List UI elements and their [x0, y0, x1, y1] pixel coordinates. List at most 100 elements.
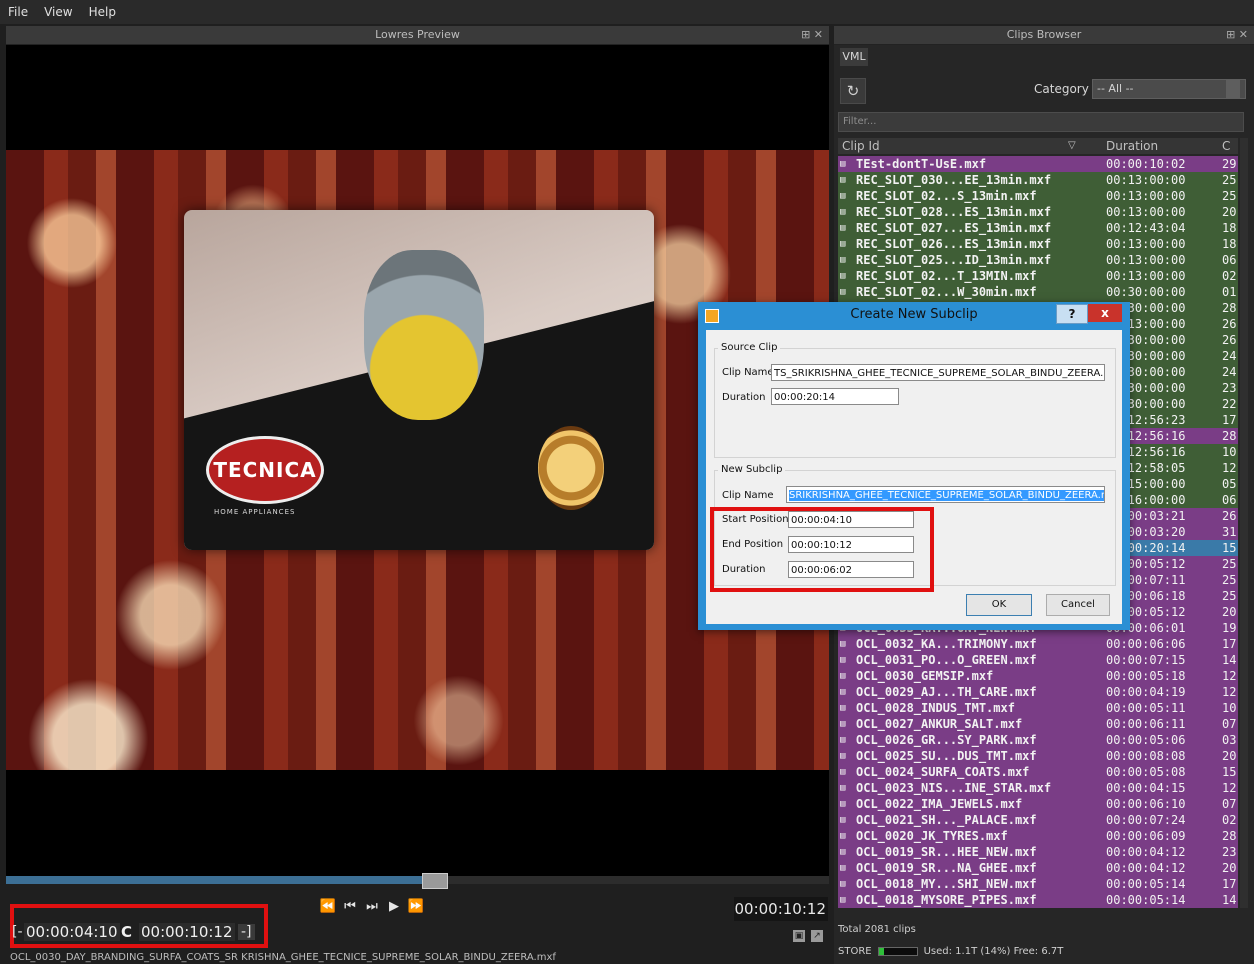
- lock-icon: ▤: [840, 719, 846, 729]
- clip-id-cell: REC_SLOT_028...ES_13min.mxf: [856, 205, 1052, 219]
- start-position-field[interactable]: 00:00:04:10: [788, 511, 914, 528]
- mark-out-button[interactable]: -]: [238, 924, 255, 940]
- table-row[interactable]: ▤ OCL_0023_NIS...INE_STAR.mxf 00:00:04:15 1…: [838, 780, 1238, 796]
- table-row[interactable]: ▤ OCL_0019_SR...NA_GHEE.mxf 00:00:04:12 20: [838, 860, 1238, 876]
- table-row[interactable]: ▤ REC_SLOT_027...ES_13min.mxf 00:12:43:04 1…: [838, 220, 1238, 236]
- clip-id-cell: OCL_0026_GR...SY_PARK.mxf: [856, 733, 1037, 747]
- table-row[interactable]: ▤ REC_SLOT_02...W_30min.mxf 00:30:00:00 01: [838, 284, 1238, 300]
- menu-file[interactable]: File: [0, 5, 36, 19]
- lock-icon: ▤: [840, 783, 846, 793]
- table-row[interactable]: ▤ OCL_0028_INDUS_TMT.mxf 00:00:05:11 10: [838, 700, 1238, 716]
- clip-id-cell: OCL_0024_SURFA_COATS.mxf: [856, 765, 1030, 779]
- clip-id-cell: TEst-dontT-UsE.mxf: [856, 157, 987, 171]
- product-card-image: TECNICA HOME APPLIANCES: [184, 210, 654, 550]
- mark-in-button[interactable]: [-: [12, 924, 23, 940]
- table-row[interactable]: ▤ OCL_0019_SR...HEE_NEW.mxf 00:00:04:12 23: [838, 844, 1238, 860]
- table-row[interactable]: ▤ OCL_0031_PO...O_GREEN.mxf 00:00:07:15 14: [838, 652, 1238, 668]
- preview-filename: OCL_0030_DAY_BRANDING_SURFA_COATS_SR KRI…: [10, 952, 556, 963]
- clip-id-cell: OCL_0021_SH..._PALACE.mxf: [856, 813, 1037, 827]
- column-duration[interactable]: Duration: [1106, 138, 1158, 154]
- clip-id-cell: OCL_0027_ANKUR_SALT.mxf: [856, 717, 1023, 731]
- fast-forward-icon[interactable]: ⏩: [406, 897, 426, 917]
- gold-seal-image: [538, 426, 604, 510]
- previous-frame-icon[interactable]: ⏮: [340, 897, 360, 917]
- table-row[interactable]: ▤ REC_SLOT_030...EE_13min.mxf 00:13:00:00 2…: [838, 172, 1238, 188]
- dialog-body: Source Clip Clip Name TS_SRIKRISHNA_GHEE…: [706, 330, 1122, 624]
- clip-duration-cell: 00:13:00:00: [1106, 269, 1186, 283]
- table-row[interactable]: ▤ REC_SLOT_028...ES_13min.mxf 00:13:00:00 2…: [838, 204, 1238, 220]
- table-row[interactable]: ▤ REC_SLOT_02...T_13MIN.mxf 00:13:00:00 02: [838, 268, 1238, 284]
- clip-id-cell: OCL_0023_NIS...INE_STAR.mxf: [856, 781, 1052, 795]
- new-clip-name-field[interactable]: SRIKRISHNA_GHEE_TECNICE_SUPREME_SOLAR_BI…: [786, 486, 1105, 503]
- scrub-progress-fill: [6, 876, 434, 884]
- filter-input[interactable]: Filter...: [838, 112, 1244, 132]
- filter-funnel-icon[interactable]: ▽: [1068, 138, 1076, 154]
- ok-button[interactable]: OK: [966, 594, 1032, 616]
- column-c[interactable]: C: [1222, 138, 1230, 154]
- clip-c-cell: 17: [1222, 637, 1237, 651]
- clip-id-cell: OCL_0029_AJ...TH_CARE.mxf: [856, 685, 1037, 699]
- table-row[interactable]: ▤ OCL_0021_SH..._PALACE.mxf 00:00:07:24 02: [838, 812, 1238, 828]
- storage-usage-bar: [877, 947, 918, 956]
- save-icon[interactable]: ▣: [793, 930, 805, 942]
- clip-c-cell: 29: [1222, 157, 1237, 171]
- table-row[interactable]: ▤ REC_SLOT_026...ES_13min.mxf 00:13:00:00 1…: [838, 236, 1238, 252]
- end-position-field[interactable]: 00:00:10:12: [788, 536, 914, 553]
- lock-icon: ▤: [840, 767, 846, 777]
- table-row[interactable]: ▤ OCL_0022_IMA_JEWELS.mxf 00:00:06:10 07: [838, 796, 1238, 812]
- table-row[interactable]: ▤ REC_SLOT_025...ID_13min.mxf 00:13:00:00 0…: [838, 252, 1238, 268]
- table-row[interactable]: ▤ OCL_0032_KA...TRIMONY.mxf 00:00:06:06 17: [838, 636, 1238, 652]
- lock-icon: ▤: [840, 671, 846, 681]
- next-frame-icon[interactable]: ⏭: [362, 897, 382, 917]
- table-row[interactable]: ▤ OCL_0024_SURFA_COATS.mxf 00:00:05:08 15: [838, 764, 1238, 780]
- refresh-icon[interactable]: ↻: [840, 78, 866, 104]
- panel-float-close-icon[interactable]: ⊞ ✕: [801, 26, 823, 44]
- table-row[interactable]: ▤ OCL_0029_AJ...TH_CARE.mxf 00:00:04:19 12: [838, 684, 1238, 700]
- menu-view[interactable]: View: [36, 5, 80, 19]
- table-row[interactable]: ▤ OCL_0018_MY...SHI_NEW.mxf 00:00:05:14 17: [838, 876, 1238, 892]
- table-row[interactable]: ▤ OCL_0018_MYSORE_PIPES.mxf 00:00:05:14 14: [838, 892, 1238, 908]
- timeline-scrub-bar[interactable]: [6, 873, 829, 889]
- clip-c-cell: 26: [1222, 509, 1237, 523]
- table-row[interactable]: ▤ OCL_0020_JK_TYRES.mxf 00:00:06:09 28: [838, 828, 1238, 844]
- clips-scrollbar[interactable]: [1240, 138, 1248, 908]
- dialog-help-button[interactable]: ?: [1056, 304, 1088, 324]
- category-dropdown-icon[interactable]: [1226, 80, 1240, 98]
- browser-float-close-icon[interactable]: ⊞ ✕: [1226, 26, 1248, 44]
- cancel-button[interactable]: Cancel: [1046, 594, 1110, 616]
- clip-duration-cell: 00:00:05:18: [1106, 669, 1186, 683]
- table-row[interactable]: ▤ OCL_0030_GEMSIP.mxf 00:00:05:18 12: [838, 668, 1238, 684]
- clip-id-cell: REC_SLOT_02...T_13MIN.mxf: [856, 269, 1037, 283]
- clip-duration-cell: 00:13:00:00: [1106, 237, 1186, 251]
- export-icon[interactable]: ↗: [811, 930, 823, 942]
- clip-c-cell: 12: [1222, 781, 1237, 795]
- storage-status: STORE Used: 1.1T (14%) Free: 6.7T: [838, 946, 1063, 957]
- source-duration-field[interactable]: 00:00:20:14: [771, 388, 899, 405]
- column-clip-id[interactable]: Clip Id: [842, 138, 880, 154]
- category-select[interactable]: -- All --: [1092, 79, 1246, 99]
- subclip-duration-field[interactable]: 00:00:06:02: [788, 561, 914, 578]
- clip-id-cell: REC_SLOT_026...ES_13min.mxf: [856, 237, 1052, 251]
- clip-duration-cell: 00:00:04:19: [1106, 685, 1186, 699]
- scrub-handle[interactable]: [421, 873, 448, 889]
- table-row[interactable]: ▤ REC_SLOT_02...S_13min.mxf 00:13:00:00 25: [838, 188, 1238, 204]
- table-row[interactable]: ▤ OCL_0027_ANKUR_SALT.mxf 00:00:06:11 07: [838, 716, 1238, 732]
- table-row[interactable]: ▤ TEst-dontT-UsE.mxf 00:00:10:02 29: [838, 156, 1238, 172]
- lock-icon: ▤: [840, 879, 846, 889]
- in-point-timecode[interactable]: 00:00:04:10: [24, 923, 120, 941]
- lock-icon: ▤: [840, 271, 846, 281]
- out-point-timecode[interactable]: 00:00:10:12: [139, 923, 235, 941]
- menu-help[interactable]: Help: [81, 5, 124, 19]
- table-row[interactable]: ▤ OCL_0026_GR...SY_PARK.mxf 00:00:05:06 03: [838, 732, 1238, 748]
- clip-c-cell: 02: [1222, 269, 1237, 283]
- tab-vml[interactable]: VML: [840, 48, 868, 66]
- play-icon[interactable]: ▶: [384, 897, 404, 917]
- rewind-icon[interactable]: ⏪: [318, 897, 338, 917]
- table-row[interactable]: ▤ OCL_0025_SU...DUS_TMT.mxf 00:00:08:08 20: [838, 748, 1238, 764]
- dialog-close-button[interactable]: x: [1088, 304, 1122, 322]
- reset-inout-icon[interactable]: C: [121, 923, 132, 941]
- clip-duration-cell: 00:00:06:10: [1106, 797, 1186, 811]
- tecnica-logo-subtitle: HOME APPLIANCES: [214, 508, 296, 516]
- storage-usage-fill: [878, 948, 884, 955]
- source-clip-name-field[interactable]: TS_SRIKRISHNA_GHEE_TECNICE_SUPREME_SOLAR…: [771, 364, 1105, 381]
